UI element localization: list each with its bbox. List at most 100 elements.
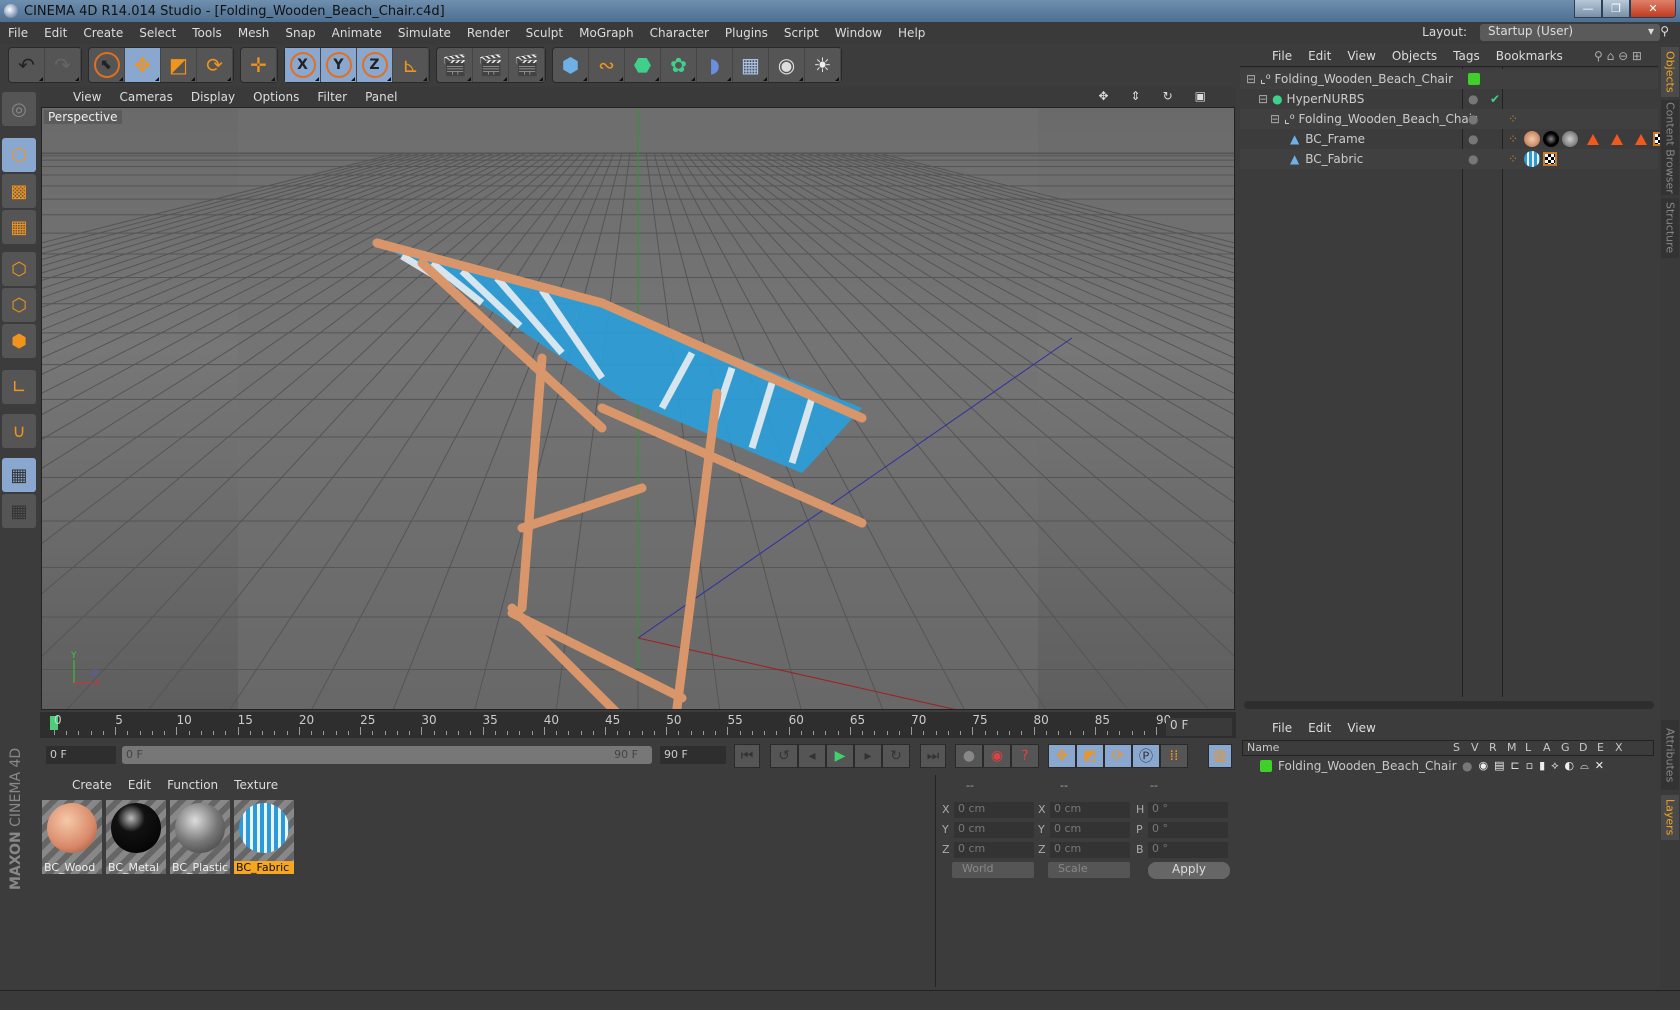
key-position-icon[interactable]: ✥ [1048,744,1076,768]
menu-plugins[interactable]: Plugins [717,26,776,40]
phong-tag-icon[interactable]: ⁘ [1508,152,1518,166]
axis-mode-icon[interactable]: ∟ [2,370,36,404]
rotation-p-field[interactable]: 0 ° [1148,822,1228,838]
obj-menu-objects[interactable]: Objects [1384,49,1445,63]
phong-tag-icon[interactable]: ⁘ [1508,132,1518,146]
menu-tools[interactable]: Tools [184,26,230,40]
viewport-menu-display[interactable]: Display [182,90,244,104]
menu-render[interactable]: Render [459,26,518,40]
column-generators[interactable]: G [1561,741,1579,755]
render-view-icon[interactable]: 🎬 [437,48,473,82]
go-to-end-icon[interactable]: ⏭ [920,744,946,768]
material-swatch[interactable]: BC_Wood [42,800,102,874]
rotate-icon[interactable]: ⟳ [197,48,233,82]
wood-material-tag[interactable] [1524,131,1541,147]
visibility-dot[interactable]: ● [1468,132,1478,146]
column-manager[interactable]: M [1507,741,1525,755]
camera-label[interactable]: Perspective [44,110,122,124]
move-view-icon[interactable]: ✥ [1089,89,1121,103]
snap-magnet-icon[interactable]: ∪ [2,414,36,448]
layer-color-swatch[interactable] [1468,73,1480,85]
object-row[interactable]: ⊟ ⌞⁰ Folding_Wooden_Beach_Chair [1240,69,1658,89]
expand-icon[interactable]: ⊟ [1246,72,1256,86]
coordinate-space-dropdown[interactable]: World [952,862,1034,878]
selection-tag-icon[interactable] [1611,133,1624,145]
go-to-previous-keyframe-icon[interactable]: ↺ [770,744,798,768]
maximize-button[interactable]: ❐ [1602,0,1630,18]
object-row[interactable]: ▲ BC_Fabric ● ⁘ [1240,149,1658,169]
autokey-icon[interactable]: ◉ [983,744,1011,768]
workplane-lock-icon[interactable]: ▦ [2,458,36,492]
tab-layers[interactable]: Layers [1661,795,1679,840]
zoom-view-icon[interactable]: ⇕ [1122,89,1154,103]
y-axis-lock-button[interactable]: Y [321,48,357,82]
array-icon[interactable]: ✿ [661,48,697,82]
spline-icon[interactable]: ∾ [589,48,625,82]
menu-simulate[interactable]: Simulate [390,26,459,40]
redo-icon[interactable]: ↷ [45,48,81,82]
viewport-menu-cameras[interactable]: Cameras [110,90,181,104]
live-selection-icon[interactable]: ⬉ [89,48,125,82]
size-mode-dropdown[interactable]: Scale [1048,862,1130,878]
plastic-material-tag[interactable] [1562,131,1579,147]
x-axis-lock-button[interactable]: X [285,48,321,82]
menu-mograph[interactable]: MoGraph [571,26,642,40]
selection-tag-icon[interactable] [1587,133,1600,145]
play-icon[interactable]: ▶ [826,744,854,768]
add-icon[interactable]: ✛ [241,48,277,82]
position-y-field[interactable]: 0 cm [954,822,1034,838]
obj-menu-bookmarks[interactable]: Bookmarks [1488,49,1571,63]
search-icon[interactable]: ⚲ [1652,24,1677,38]
next-frame-icon[interactable]: ▸ [854,744,882,768]
floor-icon[interactable]: ▦ [733,48,769,82]
go-to-next-keyframe-icon[interactable]: ↻ [882,744,910,768]
object-row[interactable]: ▲ BC_Frame ● ⁘ [1240,129,1668,149]
column-animation[interactable]: A [1543,741,1561,755]
expand-icon[interactable]: ⊟ [1270,112,1280,126]
tab-content-browser[interactable]: Content Browser [1661,100,1679,195]
layer-menu-edit[interactable]: Edit [1300,721,1339,735]
expand-icon[interactable]: ⊟ [1258,92,1268,106]
size-x-field[interactable]: 0 cm [1050,802,1130,818]
undo-icon[interactable]: ↶ [9,48,45,82]
viewport-menu-view[interactable]: View [64,90,110,104]
deformer-icon[interactable]: ◗ [697,48,733,82]
visibility-dot[interactable]: ● [1468,92,1478,106]
material-menu-function[interactable]: Function [159,778,226,792]
material-menu-edit[interactable]: Edit [120,778,159,792]
move-icon[interactable]: ✥ [125,48,161,82]
scale-icon[interactable]: ◩ [161,48,197,82]
layer-menu-view[interactable]: View [1339,721,1383,735]
coordinate-system-icon[interactable]: ⊾ [393,48,429,82]
enabled-checkmark[interactable]: ✔ [1490,92,1500,106]
start-frame-field[interactable]: 0 F [46,746,116,764]
render-settings-icon[interactable]: 🎬 [509,48,545,82]
timeline-ruler[interactable]: 0 5 10 15 20 25 30 35 40 45 50 55 60 65 70 75 80 85 90 0 F [40,712,1236,738]
menu-edit[interactable]: Edit [36,26,75,40]
column-render[interactable]: R [1489,741,1507,755]
go-to-start-icon[interactable]: ⏮ [734,744,760,768]
key-scale-icon[interactable]: ◩ [1076,744,1104,768]
column-xref[interactable]: X [1615,741,1633,755]
menu-create[interactable]: Create [75,26,131,40]
close-button[interactable]: ✕ [1630,0,1676,18]
nurbs-icon[interactable]: ⬣ [625,48,661,82]
column-locked[interactable]: L [1525,741,1543,755]
3d-viewport[interactable]: Y X Z Perspective [41,107,1235,710]
points-mode-icon[interactable]: ⬡ [2,252,36,286]
menu-animate[interactable]: Animate [324,26,390,40]
viewport-menu-filter[interactable]: Filter [308,90,356,104]
key-param-icon[interactable]: Ⓟ [1132,744,1160,768]
menu-window[interactable]: Window [827,26,890,40]
material-swatch-selected[interactable]: BC_Fabric [234,800,294,874]
column-expressions[interactable]: E [1597,741,1615,755]
column-solo[interactable]: S [1453,741,1471,755]
size-y-field[interactable]: 0 cm [1050,822,1130,838]
material-menu-create[interactable]: Create [64,778,120,792]
layer-color-swatch[interactable] [1260,760,1272,772]
menu-mesh[interactable]: Mesh [230,26,278,40]
previous-frame-icon[interactable]: ◂ [798,744,826,768]
layer-menu-file[interactable]: File [1264,721,1300,735]
material-menu-texture[interactable]: Texture [226,778,286,792]
solo-dot-icon[interactable]: ● [1462,759,1472,773]
